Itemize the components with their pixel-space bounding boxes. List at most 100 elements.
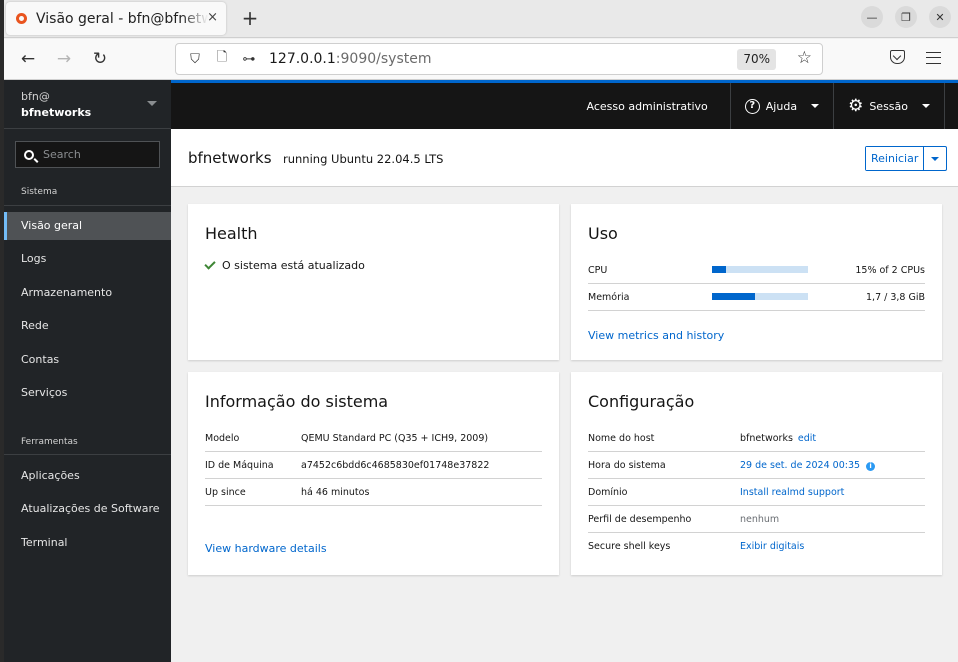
info-value: a7452c6bdd6c4685830ef01748e37822 <box>301 460 490 471</box>
usage-row-cpu: CPU 15% of 2 CPUs <box>588 257 925 284</box>
search-icon <box>24 149 34 160</box>
view-metrics-link[interactable]: View metrics and history <box>588 329 724 342</box>
info-label: Up since <box>205 487 246 498</box>
bookmark-star-icon[interactable]: ☆ <box>797 48 812 68</box>
back-button[interactable]: ← <box>16 48 40 72</box>
browser-tab-active[interactable]: Visão geral - bfn@bfnetworks × <box>6 2 226 35</box>
navigation-bar: ← → ↻ ⛉ 🗋 ⊶ 127.0.0.1:9090/system 70% ☆ <box>4 39 958 80</box>
info-value: há 46 minutos <box>301 487 370 498</box>
system-info-title: Informação do sistema <box>205 392 389 411</box>
section-divider <box>4 454 171 455</box>
cockpit-app: bfn@ bfnetworks Sistema Visão geral Logs… <box>4 80 958 662</box>
restart-button[interactable]: Reiniciar <box>866 147 925 170</box>
view-hardware-link[interactable]: View hardware details <box>205 542 327 555</box>
sidebar-search[interactable] <box>15 141 160 168</box>
reload-button[interactable]: ↻ <box>88 48 112 72</box>
usage-value: 15% of 2 CPUs <box>855 265 925 276</box>
section-label-ferramentas: Ferramentas <box>21 437 78 447</box>
host-switcher[interactable]: bfn@ bfnetworks <box>4 80 171 129</box>
tab-close-icon[interactable]: × <box>207 10 218 25</box>
info-row-model: Modelo QEMU Standard PC (Q35 + ICH9, 200… <box>205 425 542 452</box>
admin-access-label: Acesso administrativo <box>586 99 708 113</box>
config-label: Domínio <box>588 487 628 498</box>
host-name: bfnetworks <box>21 106 92 119</box>
config-label: Secure shell keys <box>588 541 671 552</box>
sidebar-item-atualizacoes[interactable]: Atualizações de Software <box>4 495 171 523</box>
search-input[interactable] <box>43 148 153 161</box>
admin-access-button[interactable]: Acesso administrativo <box>573 83 730 129</box>
edit-hostname-link[interactable]: edit <box>798 433 816 444</box>
memory-usage-fill <box>712 293 755 300</box>
cpu-usage-fill <box>712 266 727 273</box>
help-icon: ? <box>744 98 760 114</box>
usage-card: Uso CPU 15% of 2 CPUs Memória 1,7 / 3,8 … <box>571 204 942 360</box>
restart-options-toggle[interactable] <box>924 147 946 170</box>
sidebar-item-visao-geral[interactable]: Visão geral <box>4 212 171 240</box>
section-label-sistema: Sistema <box>21 187 58 197</box>
zoom-level-badge[interactable]: 70% <box>737 49 776 70</box>
info-icon[interactable]: i <box>866 462 876 471</box>
info-row-uptime: Up since há 46 minutos <box>205 479 542 506</box>
masthead: Acesso administrativo ? Ajuda ⚙ Sessão <box>171 80 958 129</box>
config-value: 29 de set. de 2024 00:35 i <box>740 460 876 471</box>
close-window-button[interactable]: ✕ <box>929 6 951 28</box>
sidebar-item-aplicacoes[interactable]: Aplicações <box>4 462 171 490</box>
sidebar-item-rede[interactable]: Rede <box>4 312 171 340</box>
session-menu[interactable]: ⚙ Sessão <box>833 83 945 129</box>
config-row-performance-profile: Perfil de desempenho nenhum <box>588 506 925 533</box>
performance-profile-value[interactable]: nenhum <box>740 514 779 525</box>
config-label: Hora do sistema <box>588 460 666 471</box>
restore-window-button[interactable]: ❐ <box>895 6 917 28</box>
sidebar: bfn@ bfnetworks Sistema Visão geral Logs… <box>4 80 171 662</box>
page-title-hostname: bfnetworks <box>188 149 272 167</box>
url-path: :9090/system <box>335 51 432 67</box>
health-card: Health O sistema está atualizado <box>188 204 559 360</box>
page-info-icon[interactable]: 🗋 <box>214 48 230 70</box>
new-tab-button[interactable]: + <box>238 6 262 30</box>
usage-label: Memória <box>588 292 630 303</box>
caret-down-icon <box>931 156 940 161</box>
tab-bar: Visão geral - bfn@bfnetworks × + — ❐ ✕ <box>4 0 958 38</box>
config-label: Nome do host <box>588 433 655 444</box>
minimize-window-button[interactable]: — <box>861 6 883 28</box>
gear-icon: ⚙ <box>848 95 864 116</box>
shield-icon[interactable]: ⛉ <box>187 52 203 67</box>
check-icon <box>204 258 216 270</box>
sidebar-item-terminal[interactable]: Terminal <box>4 529 171 557</box>
health-status-text: O sistema está atualizado <box>222 259 365 272</box>
os-description: running Ubuntu 22.04.5 LTS <box>283 152 444 166</box>
system-time-link[interactable]: 29 de set. de 2024 00:35 <box>740 460 860 471</box>
sidebar-item-contas[interactable]: Contas <box>4 346 171 374</box>
config-value: bfnetworks edit <box>740 433 816 444</box>
sidebar-item-servicos[interactable]: Serviços <box>4 379 171 407</box>
main-content: Acesso administrativo ? Ajuda ⚙ Sessão b… <box>171 80 958 662</box>
info-label: ID de Máquina <box>205 460 274 471</box>
show-fingerprints-link[interactable]: Exibir digitais <box>740 541 804 552</box>
address-bar[interactable]: ⛉ 🗋 ⊶ 127.0.0.1:9090/system 70% ☆ <box>175 43 823 75</box>
forward-button[interactable]: → <box>52 48 76 72</box>
health-status: O sistema está atualizado <box>204 258 365 272</box>
usage-label: CPU <box>588 265 608 276</box>
memory-usage-bar <box>712 293 808 300</box>
help-menu[interactable]: ? Ajuda <box>729 83 833 129</box>
session-label: Sessão <box>869 99 908 113</box>
configuration-card: Configuração Nome do host bfnetworks edit… <box>571 372 942 575</box>
caret-down-icon <box>922 104 930 108</box>
url-text[interactable]: 127.0.0.1:9090/system <box>269 51 431 67</box>
config-row-hostname: Nome do host bfnetworks edit <box>588 425 925 452</box>
section-divider <box>4 205 171 206</box>
info-value: QEMU Standard PC (Q35 + ICH9, 2009) <box>301 433 489 444</box>
page-header: bfnetworks running Ubuntu 22.04.5 LTS Re… <box>171 129 958 187</box>
caret-down-icon <box>811 104 820 108</box>
browser-window: Visão geral - bfn@bfnetworks × + — ❐ ✕ ←… <box>4 0 958 662</box>
sidebar-item-logs[interactable]: Logs <box>4 245 171 273</box>
hamburger-menu-icon[interactable] <box>926 52 941 64</box>
key-icon[interactable]: ⊶ <box>241 52 257 67</box>
sidebar-item-armazenamento[interactable]: Armazenamento <box>4 279 171 307</box>
url-host: 127.0.0.1 <box>269 51 336 67</box>
info-row-machine-id: ID de Máquina a7452c6bdd6c4685830ef01748… <box>205 452 542 479</box>
hostname-value: bfnetworks <box>740 433 793 444</box>
pocket-icon[interactable] <box>890 50 905 64</box>
configuration-title: Configuração <box>588 392 695 411</box>
install-realmd-link[interactable]: Install realmd support <box>740 487 844 498</box>
